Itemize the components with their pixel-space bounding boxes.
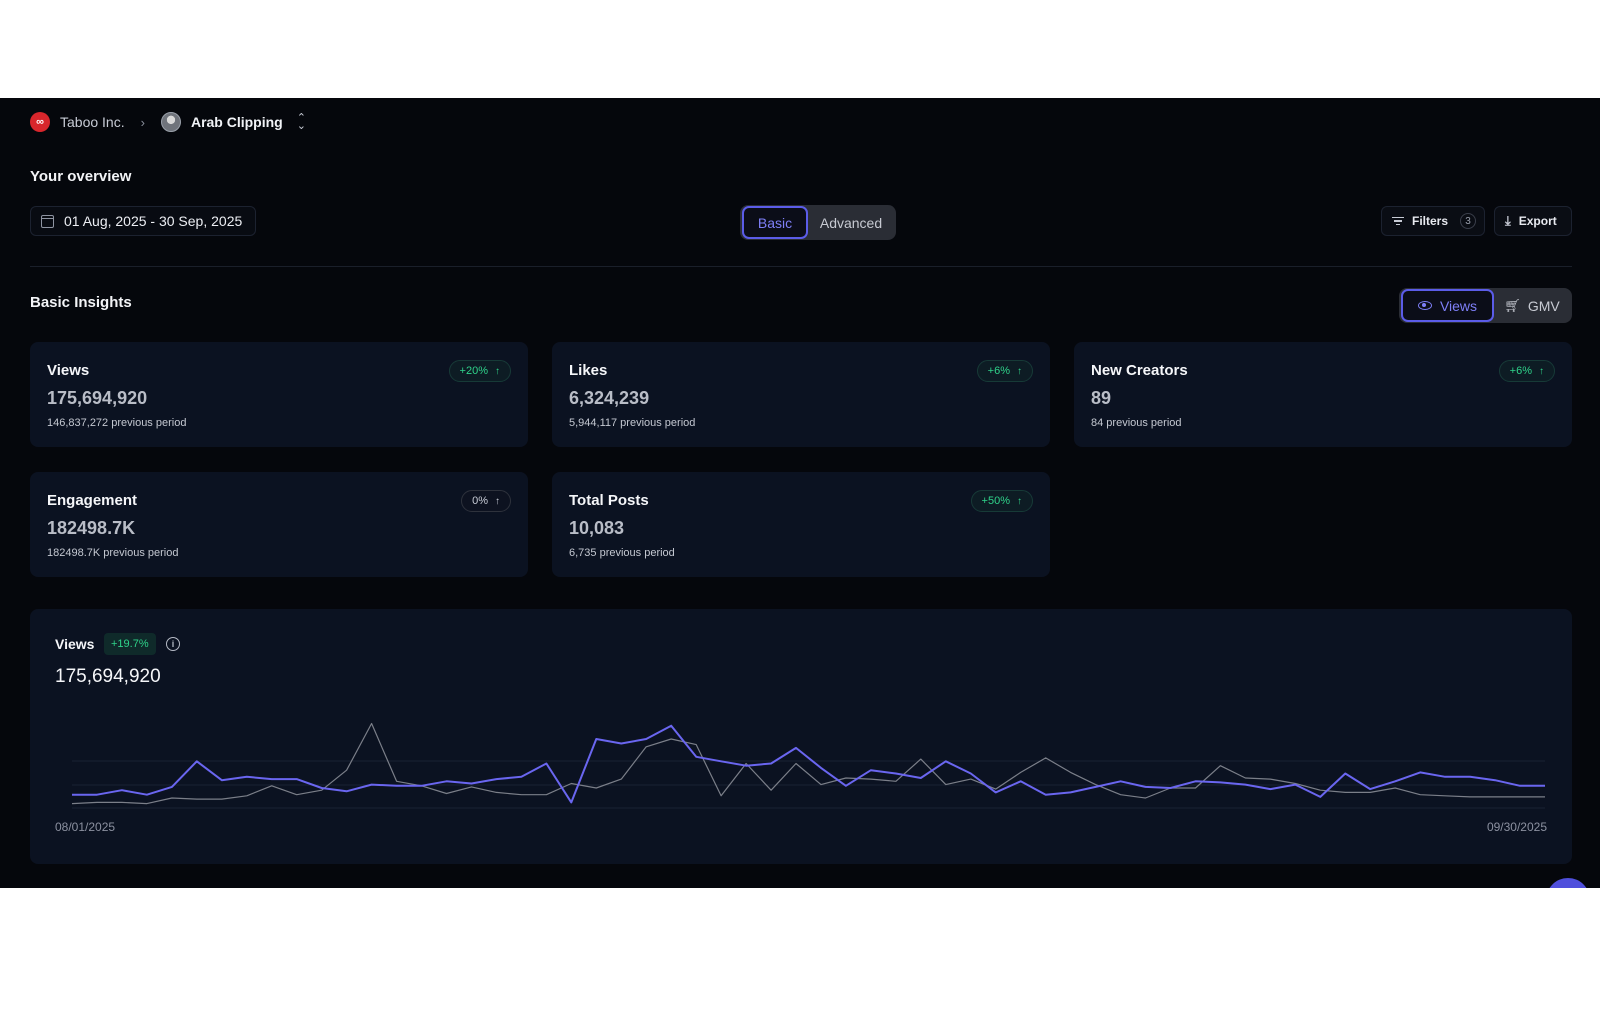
card-value: 10,083	[569, 518, 625, 538]
change-badge: +6% ↑	[976, 360, 1033, 382]
stat-card-engagement: Engagement 182498.7K 182498.7K previous …	[30, 472, 528, 577]
calendar-icon	[41, 214, 54, 228]
change-badge: +50% ↑	[970, 490, 1033, 512]
card-title: Engagement	[47, 492, 138, 509]
chevron-right-icon: ›	[140, 114, 145, 130]
date-range-picker[interactable]: 01 Aug, 2025 - 30 Sep, 2025	[30, 206, 256, 236]
views-line-chart[interactable]	[30, 609, 1572, 864]
change-badge: +20% ↑	[448, 360, 511, 382]
stat-card-views: Views 175,694,920 146,837,272 previous p…	[30, 342, 528, 447]
card-title: Views	[47, 362, 90, 379]
tab-basic[interactable]: Basic	[742, 206, 808, 239]
breadcrumb: ∞ Taboo Inc. › Arab Clipping ⌃ ⌄	[30, 110, 306, 134]
card-value: 6,324,239	[569, 388, 650, 408]
change-badge: +6% ↑	[1498, 360, 1555, 382]
breadcrumb-project[interactable]: Arab Clipping	[191, 114, 283, 130]
card-title: Likes	[569, 362, 608, 379]
tab-views[interactable]: Views	[1401, 289, 1494, 322]
card-title: New Creators	[1091, 362, 1188, 379]
arrow-up-icon: ↑	[495, 365, 500, 377]
eye-icon	[1417, 301, 1432, 310]
chat-launcher-button[interactable]	[1546, 878, 1590, 888]
page-title: Your overview	[30, 168, 132, 185]
app-window: ∞ Taboo Inc. › Arab Clipping ⌃ ⌄ Your ove…	[0, 98, 1600, 888]
x-axis-end-label: 09/30/2025	[1486, 820, 1547, 834]
chevron-up-down-icon[interactable]: ⌃ ⌄	[297, 113, 306, 132]
card-value: 182498.7K	[47, 518, 136, 538]
mode-toggle: Basic Advanced	[740, 205, 896, 240]
views-chart-card: Views +19.7% i 175,694,920 08/01/2025 09…	[30, 609, 1572, 864]
card-value: 89	[1091, 388, 1112, 408]
card-value: 175,694,920	[47, 388, 148, 408]
arrow-up-icon: ↑	[1017, 365, 1022, 377]
change-badge: 0% ↑	[461, 490, 511, 512]
stat-card-new-creators: New Creators 89 84 previous period +6% ↑	[1074, 342, 1572, 447]
tab-advanced[interactable]: Advanced	[808, 215, 894, 231]
filter-icon	[1392, 216, 1404, 226]
download-icon: ⤓	[1505, 213, 1511, 228]
arrow-up-icon: ↑	[495, 495, 500, 507]
date-range-label: 01 Aug, 2025 - 30 Sep, 2025	[64, 213, 243, 229]
stat-card-total-posts: Total Posts 10,083 6,735 previous period…	[552, 472, 1050, 577]
card-previous: 182498.7K previous period	[47, 547, 179, 559]
breadcrumb-org[interactable]: Taboo Inc.	[60, 114, 125, 130]
card-title: Total Posts	[569, 492, 649, 509]
arrow-up-icon: ↑	[1539, 365, 1544, 377]
filters-button[interactable]: Filters 3	[1381, 206, 1485, 236]
tab-gmv-label: GMV	[1527, 297, 1560, 314]
avatar	[160, 112, 181, 132]
arrow-up-icon: ↑	[1017, 495, 1022, 507]
card-previous: 5,944,117 previous period	[569, 417, 696, 429]
tab-gmv[interactable]: 🛒︎ GMV	[1494, 298, 1570, 314]
card-previous: 146,837,272 previous period	[47, 417, 187, 429]
metric-toggle: Views 🛒︎ GMV	[1399, 288, 1572, 323]
filters-label: Filters	[1412, 214, 1449, 228]
series-line-previous	[71, 722, 1545, 805]
divider	[30, 266, 1572, 267]
tab-views-label: Views	[1439, 297, 1478, 314]
filters-count-badge: 3	[1460, 213, 1477, 229]
card-previous: 84 previous period	[1091, 417, 1182, 429]
x-axis-start-label: 08/01/2025	[55, 820, 116, 834]
section-title: Basic Insights	[30, 294, 132, 311]
chart-series	[71, 722, 1545, 805]
export-label: Export	[1518, 214, 1557, 228]
chart-grid	[72, 760, 1545, 809]
infinity-logo-icon: ∞	[30, 112, 50, 132]
export-button[interactable]: ⤓ Export	[1494, 206, 1572, 236]
stat-card-likes: Likes 6,324,239 5,944,117 previous perio…	[552, 342, 1050, 447]
card-previous: 6,735 previous period	[569, 547, 675, 559]
cart-icon: 🛒︎	[1504, 297, 1521, 313]
